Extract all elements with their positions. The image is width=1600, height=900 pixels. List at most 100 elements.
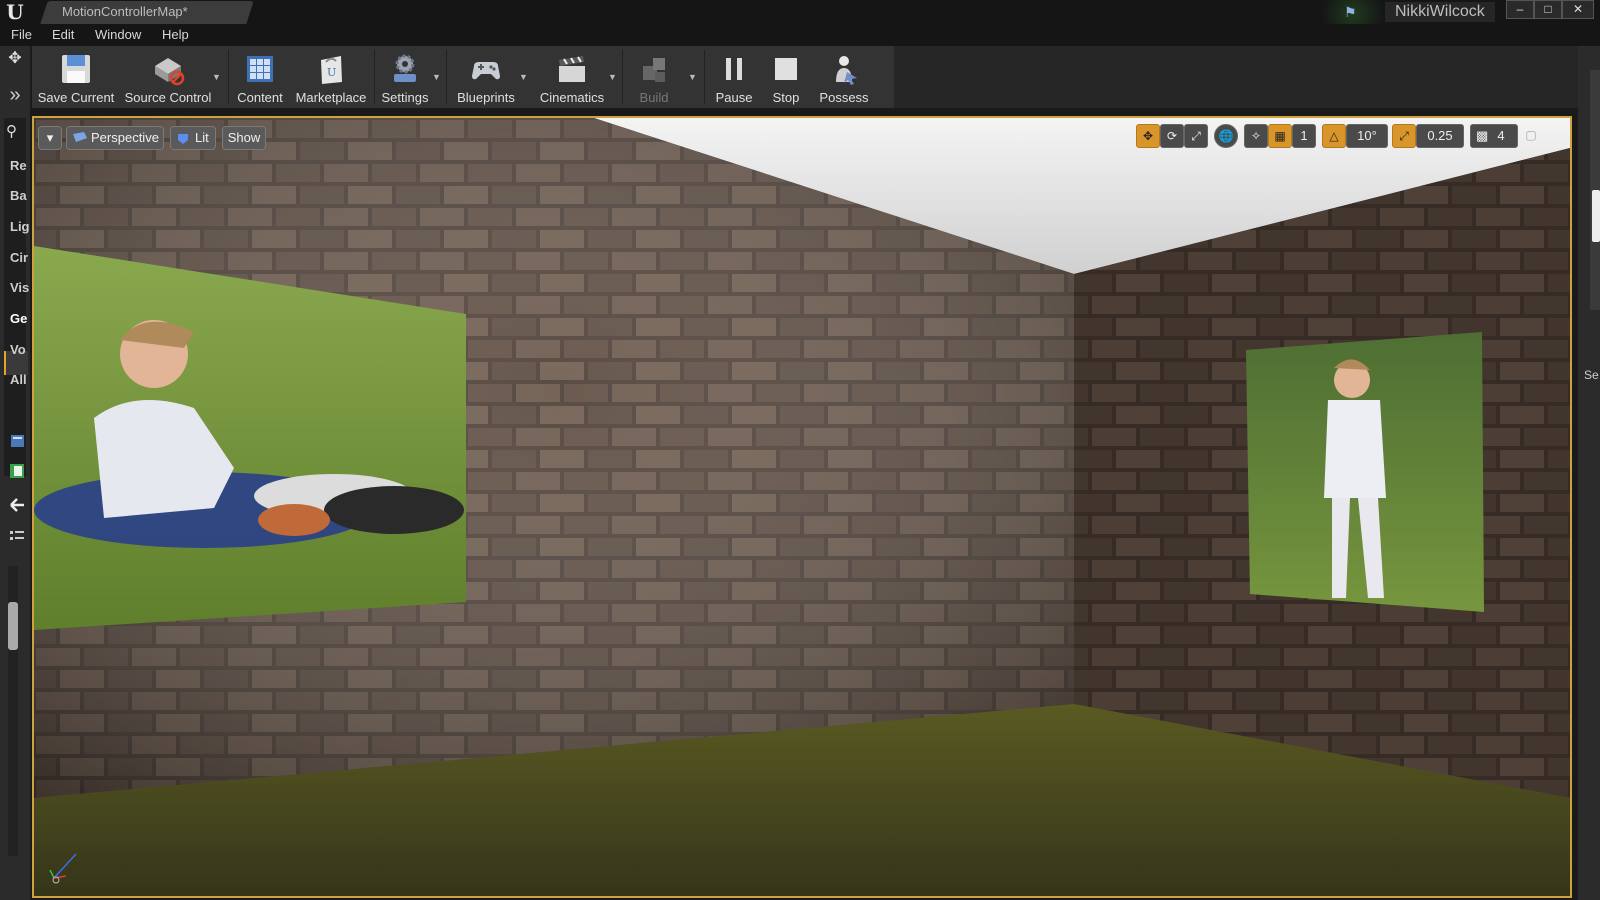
category-recent[interactable]: Re — [10, 158, 27, 173]
category-visual-effects[interactable]: Vis — [10, 280, 29, 295]
left-scrollbar-thumb[interactable] — [8, 602, 18, 650]
menu-window[interactable]: Window — [95, 27, 141, 42]
possess-pawn-icon — [836, 56, 857, 85]
world-coordinate-icon[interactable]: 🌐 — [1214, 124, 1238, 148]
source-control-status-icon[interactable]: ⚑ — [1344, 4, 1360, 20]
new-asset-icon[interactable] — [8, 462, 26, 480]
stop-label: Stop — [772, 90, 800, 105]
pause-label: Pause — [715, 90, 753, 105]
perspective-camera-icon — [73, 132, 87, 142]
possess-label: Possess — [819, 90, 869, 105]
category-geometry[interactable]: Ge — [10, 311, 27, 326]
user-name-label[interactable]: NikkiWilcock — [1385, 2, 1495, 22]
menu-edit[interactable]: Edit — [52, 27, 74, 42]
pause-icon — [726, 58, 742, 80]
scale-snap-icon[interactable]: ⤢ — [1392, 124, 1416, 148]
source-control-label: Source Control — [124, 90, 212, 105]
lighting-mode-label: Lit — [195, 130, 209, 145]
content-label: Content — [237, 90, 283, 105]
menu-help[interactable]: Help — [162, 27, 189, 42]
stop-button[interactable]: Stop — [762, 46, 810, 108]
toolbar-separator — [622, 50, 623, 104]
build-button[interactable]: Build — [626, 46, 682, 108]
content-button[interactable]: Content — [232, 46, 288, 108]
marketplace-label: Marketplace — [295, 90, 367, 105]
camera-speed-value: 4 — [1497, 128, 1505, 143]
maximize-viewport-icon[interactable]: ▢ — [1524, 124, 1538, 148]
back-arrow-icon[interactable] — [8, 496, 26, 514]
axis-gizmo-icon — [49, 853, 77, 884]
blueprints-dropdown-arrow-icon[interactable]: ▼ — [519, 72, 528, 82]
filter-list-icon[interactable] — [8, 528, 26, 546]
blueprints-button[interactable]: Blueprints — [450, 46, 522, 108]
category-cinematic[interactable]: Cir — [10, 250, 28, 265]
toolbar-separator — [446, 50, 447, 104]
scale-mode-icon[interactable]: ⤢ — [1184, 124, 1208, 148]
camera-icon: ▩ — [1476, 128, 1489, 143]
view-mode-perspective-button[interactable]: Perspective — [66, 126, 164, 150]
modes-panel: ✥ » ⚲ Re Ba Lig Cir Vis Ge Vo All — [0, 46, 30, 900]
rotate-mode-icon[interactable]: ⟳ — [1160, 124, 1184, 148]
pause-button[interactable]: Pause — [708, 46, 760, 108]
menu-bar: File Edit Window Help — [0, 24, 1600, 46]
category-volumes[interactable]: Vo — [10, 342, 26, 357]
search-icon[interactable]: ⚲ — [6, 122, 17, 140]
stop-icon — [775, 58, 797, 80]
level-editor-toolbar: Save Current Source Control ▼ Content U … — [32, 46, 894, 108]
settings-label: Settings — [381, 90, 429, 105]
view-mode-label: Perspective — [91, 130, 159, 145]
details-partial-label: Se — [1584, 368, 1599, 382]
save-current-label: Save Current — [37, 90, 115, 105]
settings-button[interactable]: Settings — [378, 46, 432, 108]
translate-mode-icon[interactable]: ✥ — [1136, 124, 1160, 148]
category-basic[interactable]: Ba — [10, 188, 27, 203]
expand-chevron-icon[interactable]: » — [4, 84, 26, 106]
category-lights[interactable]: Lig — [10, 219, 30, 234]
viewport-options-button[interactable]: ▾ — [38, 126, 62, 150]
toolbar-empty-area — [894, 46, 1578, 108]
minimize-button[interactable]: – — [1506, 0, 1534, 19]
floppy-disk-icon — [62, 55, 90, 83]
lighting-mode-button[interactable]: Lit — [170, 126, 216, 150]
source-control-dropdown-arrow-icon[interactable]: ▼ — [212, 72, 221, 82]
build-label: Build — [639, 90, 669, 105]
rotation-snap-value[interactable]: 10° — [1346, 124, 1388, 148]
gamepad-icon — [472, 62, 500, 80]
category-all-classes[interactable]: All — [10, 372, 27, 387]
cinematics-dropdown-arrow-icon[interactable]: ▼ — [608, 72, 617, 82]
menu-file[interactable]: File — [11, 27, 32, 42]
transform-toolbar: ✥ ⟳ ⤢ 🌐 ✧ ▦ 1 △ 10° ⤢ 0.25 ▩ 4 ▢ — [1136, 124, 1556, 150]
show-flags-button[interactable]: Show — [222, 126, 266, 150]
source-control-button[interactable]: Source Control — [120, 46, 216, 108]
save-current-button[interactable]: Save Current — [36, 46, 116, 108]
grid-snap-value[interactable]: 1 — [1292, 124, 1316, 148]
settings-gears-icon — [394, 54, 416, 82]
document-tab[interactable]: MotionControllerMap* — [62, 4, 188, 19]
blueprints-label: Blueprints — [457, 90, 515, 105]
placement-mode-icon[interactable]: ✥ — [4, 48, 26, 70]
unreal-logo-icon[interactable]: U — [4, 1, 26, 23]
close-button[interactable]: ✕ — [1562, 0, 1594, 19]
level-viewport[interactable]: ▾ Perspective Lit Show ✥ ⟳ ⤢ 🌐 ✧ ▦ 1 △ 1… — [32, 116, 1572, 898]
grid-snap-icon[interactable]: ▦ — [1268, 124, 1292, 148]
maximize-button[interactable]: □ — [1534, 0, 1562, 19]
right-photo-frame[interactable] — [1246, 332, 1484, 612]
toolbar-separator — [228, 50, 229, 104]
camera-speed-button[interactable]: ▩ 4 — [1470, 124, 1518, 148]
clapperboard-icon — [559, 56, 585, 82]
right-scrollbar-thumb[interactable] — [1592, 190, 1600, 242]
scale-snap-value[interactable]: 0.25 — [1416, 124, 1464, 148]
surface-snapping-icon[interactable]: ✧ — [1244, 124, 1268, 148]
rotation-snap-icon[interactable]: △ — [1322, 124, 1346, 148]
content-browser-icon[interactable] — [8, 432, 26, 450]
possess-button[interactable]: Possess — [812, 46, 876, 108]
toolbar-separator — [704, 50, 705, 104]
title-bar: U MotionControllerMap* ⚑ NikkiWilcock – … — [0, 0, 1600, 42]
settings-dropdown-arrow-icon[interactable]: ▼ — [432, 72, 441, 82]
marketplace-button[interactable]: U Marketplace — [292, 46, 370, 108]
cinematics-button[interactable]: Cinematics — [532, 46, 612, 108]
content-grid-icon — [247, 56, 273, 82]
svg-text:U: U — [327, 66, 336, 79]
3d-scene-render[interactable] — [34, 118, 1570, 896]
build-dropdown-arrow-icon[interactable]: ▼ — [688, 72, 697, 82]
